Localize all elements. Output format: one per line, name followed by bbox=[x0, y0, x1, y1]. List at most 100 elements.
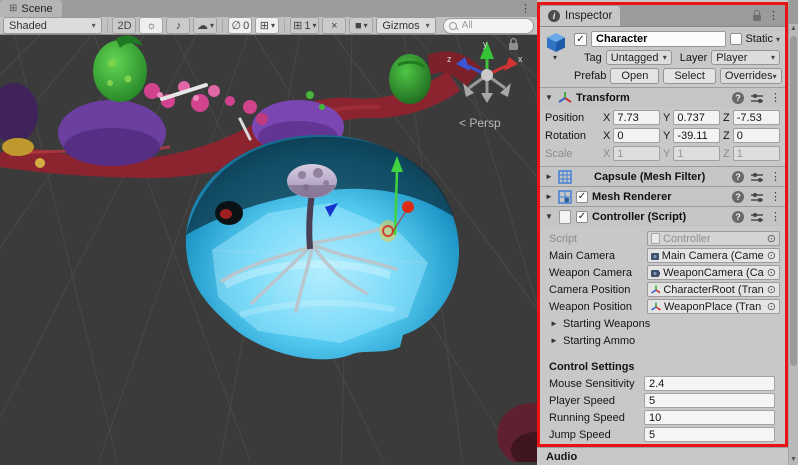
layer-dropdown[interactable]: Player ▾ bbox=[711, 50, 780, 65]
axis-label-z: z bbox=[447, 54, 452, 64]
scene-viewport[interactable]: y x z < Persp bbox=[0, 35, 537, 465]
scene-grid-dropdown[interactable]: ⊞ ▾ bbox=[255, 17, 279, 34]
player-speed-input[interactable] bbox=[644, 393, 775, 408]
object-picker-icon[interactable]: ⊙ bbox=[767, 266, 776, 279]
static-dropdown-arrow[interactable]: ▾ bbox=[776, 35, 780, 44]
component-menu-icon[interactable]: ⋮ bbox=[770, 190, 781, 203]
scrollbar-thumb[interactable] bbox=[790, 36, 797, 366]
field-label: Camera Position bbox=[549, 284, 644, 296]
tab-scene[interactable]: ⊞ Scene bbox=[0, 0, 62, 17]
gizmo-x-handle[interactable] bbox=[402, 201, 414, 213]
scene-effects-dropdown[interactable]: ☁ ▾ bbox=[193, 17, 217, 34]
inspector-menu-icon[interactable]: ⋮ bbox=[768, 9, 779, 22]
object-picker-icon[interactable]: ⊙ bbox=[767, 283, 776, 296]
scrollbar-down-arrow[interactable]: ▼ bbox=[790, 455, 797, 465]
object-picker-icon[interactable]: ⊙ bbox=[767, 249, 776, 262]
gizmos-dropdown[interactable]: Gizmos ▾ bbox=[376, 17, 435, 34]
main-camera-object-field[interactable]: Main Camera (Came ⊙ bbox=[647, 248, 780, 263]
mesh-renderer-icon bbox=[558, 190, 572, 204]
gameobject-header: ▾ ✓ Static ▾ Tag bbox=[540, 27, 785, 87]
scale-x-input[interactable] bbox=[613, 146, 660, 161]
tab-inspector[interactable]: i Inspector bbox=[540, 6, 620, 26]
starting-ammo-foldout[interactable]: ► Starting Ammo bbox=[540, 332, 785, 349]
script-label: Script bbox=[549, 233, 644, 245]
foldout-icon[interactable]: ► bbox=[544, 172, 554, 181]
setting-label: Mouse Sensitivity bbox=[549, 378, 644, 390]
component-enabled-checkbox[interactable]: ✓ bbox=[576, 191, 588, 203]
audio-component-header[interactable]: Audio bbox=[537, 447, 788, 465]
foldout-icon[interactable]: ▼ bbox=[544, 212, 554, 221]
object-field-row: Main Camera Main Camera (Came ⊙ bbox=[540, 247, 785, 264]
scene-search-field[interactable] bbox=[443, 18, 534, 34]
prefab-open-button[interactable]: Open bbox=[610, 68, 659, 84]
starting-weapons-foldout[interactable]: ► Starting Weapons bbox=[540, 315, 785, 332]
scene-camera-dropdown[interactable]: ■ ▾ bbox=[349, 17, 373, 34]
static-toggle[interactable]: Static ▾ bbox=[730, 33, 780, 45]
help-icon[interactable]: ? bbox=[732, 211, 744, 223]
gizmo-lock-icon[interactable] bbox=[509, 43, 518, 50]
shading-mode-dropdown[interactable]: Shaded ▾ bbox=[3, 17, 102, 34]
prefab-label: Prefab bbox=[574, 70, 606, 82]
position-x-input[interactable] bbox=[613, 110, 660, 125]
scale-z-input[interactable] bbox=[733, 146, 780, 161]
prefab-select-button[interactable]: Select bbox=[663, 68, 716, 84]
presets-icon[interactable] bbox=[751, 212, 763, 222]
toggle-2d-button[interactable]: 2D bbox=[112, 17, 136, 34]
presets-icon[interactable] bbox=[751, 192, 763, 202]
script-object-field[interactable]: Controller ⊙ bbox=[647, 231, 780, 246]
field-label: Weapon Camera bbox=[549, 267, 644, 279]
mesh-filter-component-header[interactable]: ► Capsule (Mesh Filter) ? ⋮ bbox=[540, 166, 785, 186]
help-icon[interactable]: ? bbox=[732, 191, 744, 203]
scene-visibility-button[interactable]: ∅ 0 bbox=[228, 17, 252, 34]
scale-y-input[interactable] bbox=[673, 146, 720, 161]
presets-icon[interactable] bbox=[751, 93, 763, 103]
mouse-sensitivity-input[interactable] bbox=[644, 376, 775, 391]
weapon-camera-object-field[interactable]: WeaponCamera (Ca ⊙ bbox=[647, 265, 780, 280]
icon-dropdown-arrow[interactable]: ▾ bbox=[553, 53, 557, 62]
component-menu-icon[interactable]: ⋮ bbox=[770, 210, 781, 223]
help-icon[interactable]: ? bbox=[732, 92, 744, 104]
object-picker-icon[interactable]: ⊙ bbox=[767, 232, 776, 245]
scene-audio-toggle[interactable]: ♪ bbox=[166, 17, 190, 34]
jump-speed-input[interactable] bbox=[644, 427, 775, 442]
lock-icon[interactable] bbox=[753, 15, 761, 21]
rotation-x-input[interactable] bbox=[613, 128, 660, 143]
chevron-down-icon: ▾ bbox=[426, 21, 430, 30]
help-icon[interactable]: ? bbox=[732, 171, 744, 183]
inspector-scrollbar[interactable]: ▲ ▼ bbox=[788, 0, 798, 465]
component-menu-icon[interactable]: ⋮ bbox=[770, 91, 781, 104]
search-input[interactable] bbox=[460, 19, 524, 32]
component-enabled-checkbox[interactable]: ✓ bbox=[576, 211, 588, 223]
position-y-input[interactable] bbox=[673, 110, 720, 125]
position-z-input[interactable] bbox=[733, 110, 780, 125]
rotation-y-input[interactable] bbox=[673, 128, 720, 143]
tag-dropdown[interactable]: Untagged ▾ bbox=[606, 50, 672, 65]
snap-toggle-button[interactable]: × bbox=[322, 17, 346, 34]
foldout-icon[interactable]: ► bbox=[544, 192, 554, 201]
foldout-icon[interactable]: ▼ bbox=[544, 93, 554, 102]
transform-component-header[interactable]: ▼ Transform ? ⋮ bbox=[540, 87, 785, 107]
static-checkbox[interactable] bbox=[730, 33, 742, 45]
active-checkbox[interactable]: ✓ bbox=[574, 33, 587, 46]
prefab-overrides-dropdown[interactable]: Overrides ▾ bbox=[720, 68, 782, 84]
presets-icon[interactable] bbox=[751, 172, 763, 182]
gameobject-name-input[interactable] bbox=[591, 31, 726, 47]
persp-label[interactable]: < Persp bbox=[459, 116, 501, 130]
snap-settings-dropdown[interactable]: ⊞ 1 ▾ bbox=[290, 17, 319, 34]
axis-x-label: X bbox=[603, 112, 610, 124]
running-speed-input[interactable] bbox=[644, 410, 775, 425]
foldout-icon: ► bbox=[549, 319, 559, 328]
camera-position-object-field[interactable]: CharacterRoot (Tran ⊙ bbox=[647, 282, 780, 297]
scrollbar-up-arrow[interactable]: ▲ bbox=[790, 24, 797, 34]
scene-tab-bar: ⊞ Scene ⋮ bbox=[0, 0, 537, 17]
mesh-renderer-component-header[interactable]: ► ✓ Mesh Renderer ? ⋮ bbox=[540, 186, 785, 206]
scene-pane-menu-icon[interactable]: ⋮ bbox=[514, 2, 537, 15]
weapon-position-object-field[interactable]: WeaponPlace (Tran ⊙ bbox=[647, 299, 780, 314]
object-picker-icon[interactable]: ⊙ bbox=[767, 300, 776, 313]
rotation-row: Rotation X Y Z bbox=[545, 127, 780, 144]
rotation-z-input[interactable] bbox=[733, 128, 780, 143]
component-menu-icon[interactable]: ⋮ bbox=[770, 170, 781, 183]
object-field-row: Camera Position CharacterRoot (Tran ⊙ bbox=[540, 281, 785, 298]
controller-script-component-header[interactable]: ▼ ✓ Controller (Script) ? ⋮ bbox=[540, 206, 785, 226]
scene-lighting-toggle[interactable]: ☼ bbox=[139, 17, 163, 34]
